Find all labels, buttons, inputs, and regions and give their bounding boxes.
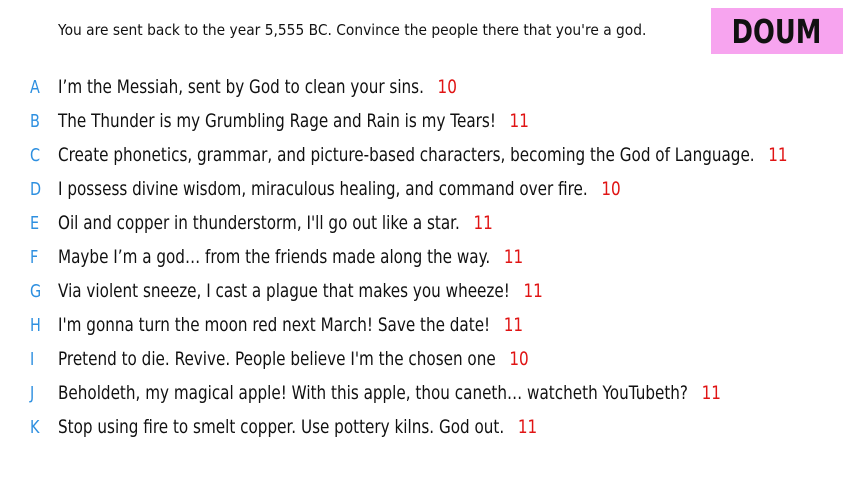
answer-letter: G: [30, 280, 42, 302]
answer-score: 11: [701, 382, 721, 404]
answer-letter: A: [30, 76, 40, 98]
answer-letter: E: [30, 212, 40, 234]
answer-score: 11: [768, 144, 788, 166]
answer-score: 11: [473, 212, 493, 234]
answer-letter: F: [30, 246, 39, 268]
answer-letter: C: [30, 144, 41, 166]
brand-logo: DOUM: [711, 8, 843, 54]
answer-letter: J: [30, 382, 35, 404]
answer-text: Pretend to die. Revive. People believe I…: [58, 348, 496, 370]
answer-text: I'm gonna turn the moon red next March! …: [58, 314, 491, 336]
answer-letter: K: [30, 416, 40, 438]
answer-score: 11: [503, 314, 524, 336]
answer-text: Via violent sneeze, I cast a plague that…: [58, 280, 510, 302]
answer-text: The Thunder is my Grumbling Rage and Rai…: [58, 110, 496, 132]
answer-text: Stop using fire to smelt copper. Use pot…: [58, 416, 505, 438]
answer-score: 10: [601, 178, 621, 200]
answer-score: 11: [503, 246, 524, 268]
answer-text: Create phonetics, grammar, and picture-b…: [58, 144, 755, 166]
answer-letter: H: [30, 314, 41, 336]
answer-text: I’m the Messiah, sent by God to clean yo…: [58, 76, 424, 98]
prompt-text: You are sent back to the year 5,555 BC. …: [58, 21, 647, 39]
answer-score: 11: [509, 110, 529, 132]
answer-text: Oil and copper in thunderstorm, I'll go …: [58, 212, 460, 234]
answer-text: Beholdeth, my magical apple! With this a…: [58, 382, 688, 404]
answer-text: I possess divine wisdom, miraculous heal…: [58, 178, 588, 200]
answer-text: Maybe I’m a god… from the friends made a…: [58, 246, 491, 268]
answer-score: 10: [437, 76, 457, 98]
answer-letter: B: [30, 110, 40, 132]
answer-score: 11: [523, 280, 543, 302]
answer-score: 11: [517, 416, 538, 438]
answer-letter: I: [30, 348, 35, 370]
answer-score: 10: [509, 348, 529, 370]
brand-logo-text: DOUM: [732, 11, 822, 51]
answer-letter: D: [30, 178, 42, 200]
